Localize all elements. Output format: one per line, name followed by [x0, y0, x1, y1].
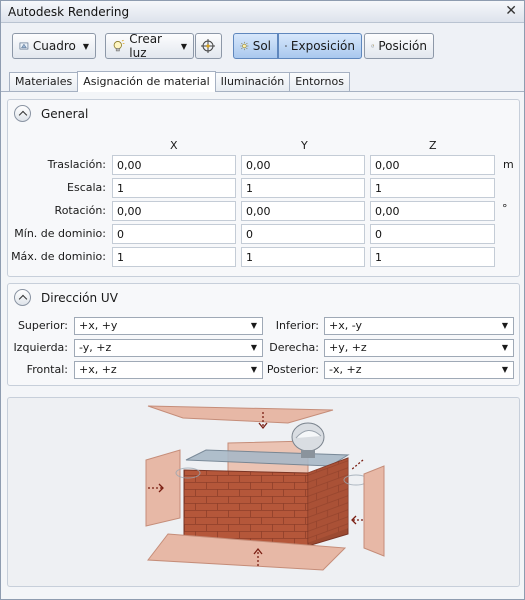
direccion-uv-title: Dirección UV	[41, 290, 118, 305]
tab-iluminacion[interactable]: Iluminación	[214, 72, 291, 92]
max-dominio-z-field[interactable]	[370, 247, 495, 267]
sun-icon	[240, 41, 249, 51]
box-mapping-illustration	[145, 405, 385, 571]
posterior-value: -x, +z	[329, 363, 362, 376]
superior-label: Superior:	[17, 319, 68, 332]
uv-mapping-preview[interactable]	[7, 397, 520, 587]
posterior-label: Posterior:	[266, 363, 319, 376]
chevron-down-icon: ▼	[82, 41, 89, 51]
chevron-down-icon: ▼	[250, 365, 257, 374]
chevron-down-icon: ▼	[250, 321, 257, 330]
crosshair-light-icon	[201, 39, 215, 53]
close-icon[interactable]: ✕	[505, 3, 517, 19]
exposicion-label: Exposición	[290, 39, 355, 53]
general-title: General	[41, 106, 89, 121]
chevron-down-icon: ▼	[180, 41, 187, 51]
traslacion-z-field[interactable]	[370, 155, 495, 175]
izquierda-label: Izquierda:	[13, 341, 68, 354]
max-dominio-y-field[interactable]	[241, 247, 365, 267]
tab-asignacion-de-material[interactable]: Asignación de material	[77, 71, 216, 92]
superior-value: +x, +y	[79, 319, 118, 332]
escala-z-field[interactable]	[370, 178, 495, 198]
brick-bench-front	[183, 469, 309, 547]
tab-materiales[interactable]: Materiales	[9, 72, 79, 92]
inferior-select[interactable]: +x, -y ▼	[324, 317, 514, 335]
traslacion-label: Traslación:	[47, 158, 106, 171]
right-projection-plane	[363, 465, 385, 557]
superior-select[interactable]: +x, +y ▼	[74, 317, 263, 335]
toolbar: Cuadro ▼ Crear luz ▼ Sol Exposición Posi…	[1, 24, 524, 68]
general-header: General	[14, 105, 88, 122]
rotacion-unit: °	[502, 202, 508, 215]
tab-entornos[interactable]: Entornos	[289, 72, 350, 92]
posicion-label: Posición	[378, 39, 427, 53]
rotacion-z-field[interactable]	[370, 201, 495, 221]
izquierda-select[interactable]: -y, +z ▼	[74, 339, 263, 357]
max-dominio-label: Máx. de dominio:	[11, 250, 106, 263]
traslacion-x-field[interactable]	[112, 155, 236, 175]
cuadro-dropdown-button[interactable]: Cuadro ▼	[12, 33, 96, 59]
direccion-uv-panel: Dirección UV Superior: +x, +y ▼ Inferior…	[7, 283, 520, 386]
exposicion-toggle-button[interactable]: Exposición	[278, 33, 362, 59]
frontal-value: +x, +z	[79, 363, 117, 376]
derecha-label: Derecha:	[269, 341, 319, 354]
collapse-general-button[interactable]	[14, 105, 31, 122]
min-dominio-y-field[interactable]	[241, 224, 365, 244]
rotacion-x-field[interactable]	[112, 201, 236, 221]
izquierda-value: -y, +z	[79, 341, 112, 354]
rotacion-y-field[interactable]	[241, 201, 365, 221]
chevron-down-icon: ▼	[501, 365, 508, 374]
escala-x-field[interactable]	[112, 178, 236, 198]
frontal-select[interactable]: +x, +z ▼	[74, 361, 263, 379]
min-dominio-x-field[interactable]	[112, 224, 236, 244]
traslacion-y-field[interactable]	[241, 155, 365, 175]
tab-bar: Materiales Asignación de material Ilumin…	[9, 71, 350, 92]
cuadro-label: Cuadro	[32, 39, 76, 53]
direccion-uv-header: Dirección UV	[14, 289, 118, 306]
top-projection-plane	[147, 405, 334, 424]
chevron-down-icon: ▼	[501, 343, 508, 352]
frame-icon	[19, 42, 29, 50]
crear-luz-label: Crear luz	[129, 32, 162, 60]
title-bar: Autodesk Rendering ✕	[1, 1, 524, 23]
column-y-header: Y	[301, 139, 308, 152]
posterior-select[interactable]: -x, +z ▼	[324, 361, 514, 379]
posicion-button[interactable]: Posición	[364, 33, 434, 59]
min-dominio-z-field[interactable]	[370, 224, 495, 244]
general-panel: General X Y Z Traslación: m Escala: Rota…	[7, 99, 520, 277]
min-dominio-label: Mín. de dominio:	[14, 227, 106, 240]
inferior-value: +x, -y	[329, 319, 363, 332]
derecha-value: +y, +z	[329, 341, 367, 354]
chevron-down-icon: ▼	[250, 343, 257, 352]
escala-y-field[interactable]	[241, 178, 365, 198]
derecha-select[interactable]: +y, +z ▼	[324, 339, 514, 357]
sun-position-icon	[371, 44, 375, 48]
inferior-label: Inferior:	[275, 319, 319, 332]
crear-luz-dropdown-button[interactable]: Crear luz ▼	[105, 32, 194, 60]
window-title: Autodesk Rendering	[8, 5, 130, 19]
sol-label: Sol	[252, 39, 271, 53]
back-arrow-icon	[350, 459, 364, 471]
traslacion-unit: m	[503, 158, 514, 171]
escala-label: Escala:	[67, 181, 106, 194]
exposure-icon	[285, 45, 287, 47]
light-locate-button[interactable]	[195, 33, 222, 59]
frontal-label: Frontal:	[26, 363, 68, 376]
max-dominio-x-field[interactable]	[112, 247, 236, 267]
column-x-header: X	[170, 139, 178, 152]
column-z-header: Z	[429, 139, 437, 152]
collapse-uv-button[interactable]	[14, 289, 31, 306]
light-bulb-icon	[113, 39, 125, 52]
sol-toggle-button[interactable]: Sol	[233, 33, 278, 59]
rotacion-label: Rotación:	[54, 204, 106, 217]
tab-content: General X Y Z Traslación: m Escala: Rota…	[1, 91, 524, 599]
autodesk-rendering-window: Autodesk Rendering ✕ Cuadro ▼ Crear luz …	[0, 0, 525, 600]
chevron-down-icon: ▼	[501, 321, 508, 330]
